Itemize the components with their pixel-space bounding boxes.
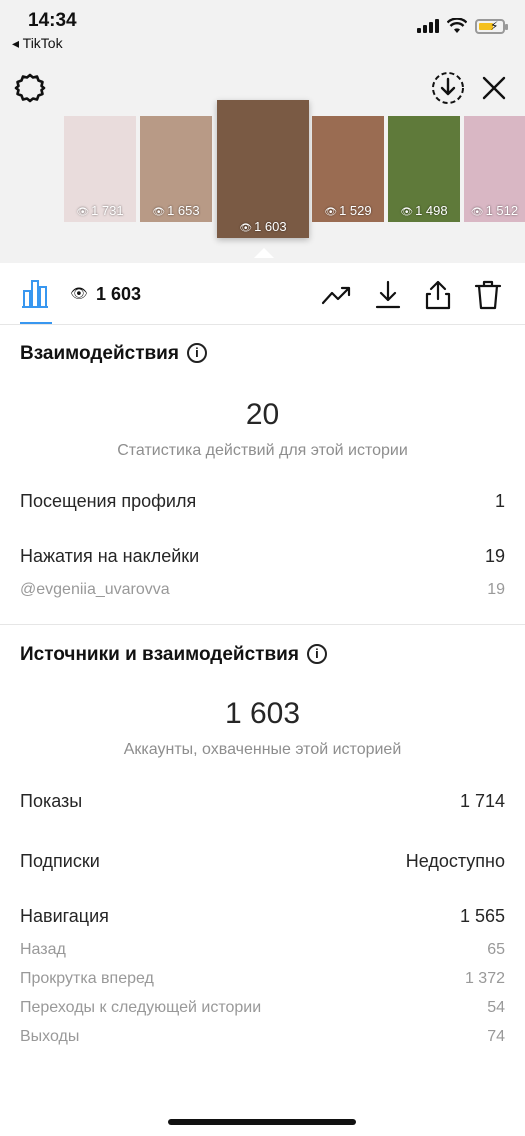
interactions-caption: Статистика действий для этой истории <box>117 442 408 459</box>
interactions-total: 20 <box>245 398 280 431</box>
story-thumbnails: 👁 1 731 👁 1 653 👁 1 603 👁 1 529 👁 1 498 👁 1 51… <box>0 60 525 263</box>
story-thumbnail[interactable]: 👁 1 512 <box>464 116 525 222</box>
download-icon[interactable] <box>372 279 404 311</box>
stat-label: Нажатия на наклейки <box>20 546 200 566</box>
insights-toolbar: 👁 1 603 <box>0 263 525 325</box>
info-icon[interactable]: i <box>186 343 207 363</box>
home-indicator[interactable] <box>168 1119 356 1125</box>
stat-value: 19 <box>487 581 505 598</box>
story-thumbnail[interactable]: 👁 1 498 <box>388 116 460 222</box>
story-view-count: 👁 1 731 <box>76 203 124 218</box>
stat-value: 1 714 <box>459 791 505 811</box>
stat-row-next-story: Переходы к следующей истории 54 <box>20 999 505 1017</box>
stat-row-follows: Подписки Недоступно <box>20 851 505 872</box>
story-view-count: 👁 1 653 <box>152 203 200 218</box>
story-thumbnail[interactable]: 👁 1 653 <box>140 116 212 222</box>
interactions-title-text: Взаимодействия <box>20 343 179 364</box>
stat-label: Назад <box>20 941 66 958</box>
story-thumbnail[interactable]: 👁 1 529 <box>312 116 384 222</box>
stat-label: Показы <box>20 791 83 811</box>
share-icon[interactable] <box>422 279 454 311</box>
reach-total: 1 603 <box>224 697 301 730</box>
stat-value: 1 565 <box>459 906 505 926</box>
story-thumbnail[interactable]: 👁 1 731 <box>64 116 136 222</box>
stat-row-sticker-taps: Нажатия на наклейки 19 <box>20 546 505 567</box>
story-view-count: 👁 1 498 <box>400 203 448 218</box>
stat-row-mention: @evgeniia_uvarovva 19 <box>20 581 505 599</box>
stat-row-exits: Выходы 74 <box>20 1028 505 1046</box>
stat-value: Недоступно <box>405 851 505 871</box>
discovery-title: Источники и взаимодействия i <box>20 644 327 666</box>
stat-label: Подписки <box>20 851 100 871</box>
signal-icon <box>417 19 439 33</box>
bar-chart-icon[interactable] <box>20 277 50 309</box>
discovery-title-text: Источники и взаимодействия <box>20 644 299 665</box>
stat-row-profile-visits: Посещения профиля 1 <box>20 491 505 512</box>
story-view-count: 👁 1 512 <box>470 203 519 218</box>
stat-label: Выходы <box>20 1028 80 1045</box>
interactions-title: Взаимодействия i <box>20 343 207 365</box>
stat-row-forward: Прокрутка вперед 1 372 <box>20 970 505 988</box>
stat-value: 65 <box>487 941 505 958</box>
back-to-app-link[interactable]: ◂ TikTok <box>12 35 63 52</box>
story-view-count: 👁 1 603 <box>239 219 287 234</box>
stat-value: 54 <box>487 999 505 1016</box>
stat-value: 1 <box>494 491 505 511</box>
battery-icon: ⚡ <box>475 18 508 34</box>
story-view-count: 👁 1 529 <box>324 203 372 218</box>
stat-row-back: Назад 65 <box>20 941 505 959</box>
status-bar: 14:34 ◂ TikTok ⚡ <box>0 0 525 60</box>
wifi-icon <box>447 18 467 33</box>
reach-caption: Аккаунты, охваченные этой историей <box>123 741 402 758</box>
stat-row-impressions: Показы 1 714 <box>20 791 505 812</box>
story-strip-header: 👁 1 731 👁 1 653 👁 1 603 👁 1 529 👁 1 498 👁 1 51… <box>0 60 525 263</box>
eye-icon: 👁 <box>70 285 88 301</box>
trending-up-icon[interactable] <box>321 279 353 311</box>
stat-value: 1 372 <box>464 970 505 987</box>
stat-label: Переходы к следующей истории <box>20 999 262 1016</box>
section-divider <box>0 624 525 625</box>
stat-label: Посещения профиля <box>20 491 197 511</box>
active-tab-underline <box>20 322 52 324</box>
stat-value: 74 <box>487 1028 505 1045</box>
story-thumbnail-active[interactable]: 👁 1 603 <box>217 100 309 238</box>
info-icon[interactable]: i <box>306 644 327 664</box>
stat-label: Прокрутка вперед <box>20 970 154 987</box>
trash-icon[interactable] <box>472 279 504 311</box>
active-story-pointer <box>254 248 274 258</box>
stat-label: @evgeniia_uvarovva <box>20 581 170 598</box>
views-total: 1 603 <box>96 284 142 304</box>
stat-row-navigation: Навигация 1 565 <box>20 906 505 927</box>
status-time: 14:34 <box>28 10 77 31</box>
system-icons: ⚡ <box>417 18 508 34</box>
stat-value: 19 <box>484 546 505 566</box>
stat-label: Навигация <box>20 906 109 926</box>
